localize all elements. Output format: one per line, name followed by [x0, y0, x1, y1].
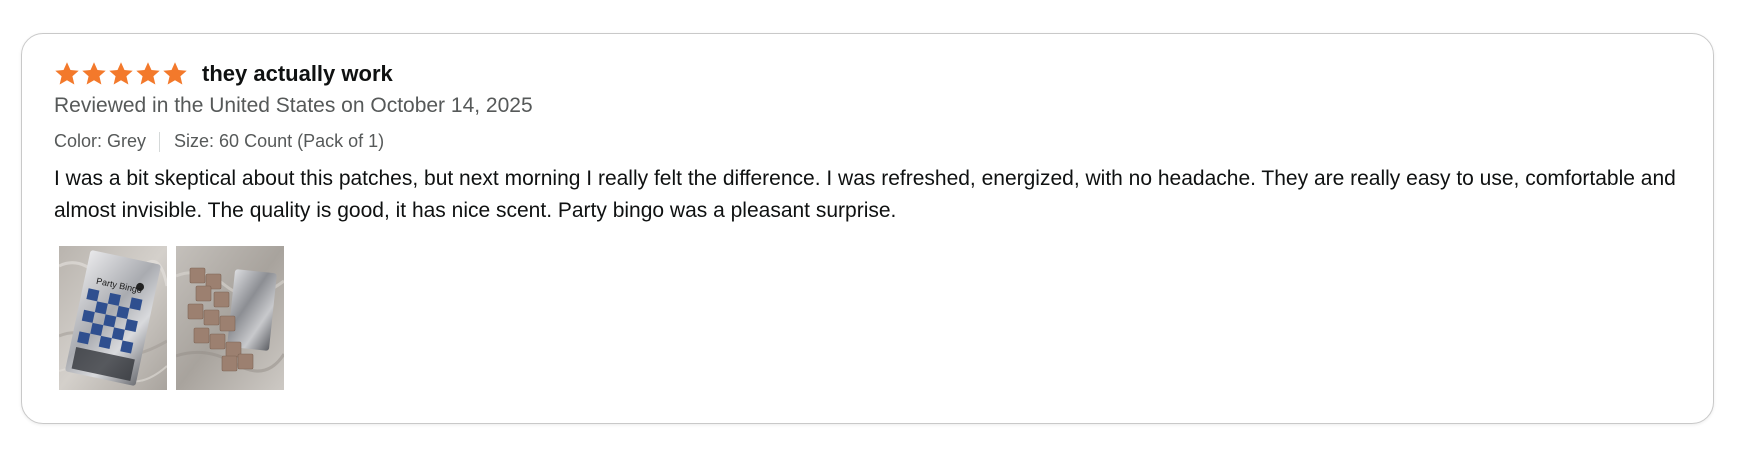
variation-divider — [159, 131, 161, 152]
star-filled-icon — [108, 61, 134, 87]
review-title[interactable]: they actually work — [202, 61, 393, 87]
review-photo-2[interactable] — [176, 246, 284, 390]
variation-info: Color: Grey Size: 60 Count (Pack of 1) — [54, 131, 384, 152]
review-date: Reviewed in the United States on October… — [54, 94, 533, 117]
star-filled-icon — [162, 61, 188, 87]
size-variant: Size: 60 Count (Pack of 1) — [174, 131, 385, 151]
review-photo-1[interactable]: Party Bingo — [59, 246, 167, 390]
color-variant-link[interactable]: Color: Grey — [54, 131, 146, 152]
star-filled-icon — [81, 61, 107, 87]
star-filled-icon — [135, 61, 161, 87]
star-filled-icon — [54, 61, 80, 87]
star-rating[interactable] — [54, 61, 188, 87]
review-headline-row: they actually work — [54, 59, 393, 89]
review-photos: Party Bingo — [59, 246, 284, 390]
review-body: I was a bit skeptical about this patches… — [54, 167, 1676, 222]
review-card: they actually work Reviewed in the Unite… — [21, 33, 1714, 424]
